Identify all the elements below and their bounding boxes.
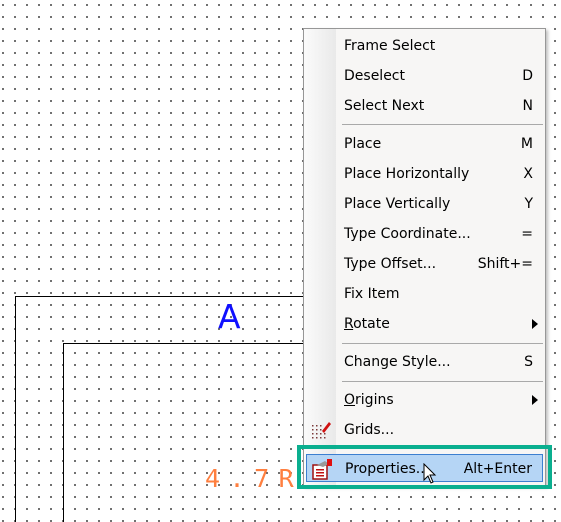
- menu-item-label: Change Style...: [344, 354, 451, 370]
- menu-item-label: Place: [344, 136, 382, 152]
- menu-item-origins[interactable]: Origins: [306, 386, 543, 414]
- reference-label: A: [218, 297, 241, 336]
- menu-item-place-vertically[interactable]: Place Vertically Y: [306, 190, 543, 218]
- menu-item-label: Grids...: [344, 422, 395, 438]
- menu-item-place-horizontally[interactable]: Place Horizontally X: [306, 160, 543, 188]
- menu-item-deselect[interactable]: Deselect D: [306, 62, 543, 90]
- submenu-arrow-icon: [532, 395, 538, 405]
- menu-item-fix-item[interactable]: Fix Item: [306, 280, 543, 308]
- menu-item-label: Select Next: [344, 98, 425, 114]
- menu-item-label: Place Horizontally: [344, 166, 470, 182]
- menu-item-select-next[interactable]: Select Next N: [306, 92, 543, 120]
- menu-item-label: Frame Select: [344, 38, 436, 54]
- menu-item-shortcut: =: [521, 226, 533, 242]
- submenu-arrow-icon: [532, 319, 538, 329]
- menu-item-label: Rotate: [344, 316, 390, 332]
- menu-item-shortcut: M: [520, 136, 533, 152]
- menu-separator: [342, 124, 543, 125]
- context-menu: Frame Select Deselect D Select Next N Plac…: [303, 28, 546, 486]
- menu-item-shortcut: N: [522, 98, 533, 114]
- label-rest: rigins: [355, 392, 394, 408]
- menu-item-type-offset[interactable]: Type Offset... Shift+=: [306, 250, 543, 278]
- menu-item-label: Deselect: [344, 68, 405, 84]
- menu-item-label: Type Offset...: [344, 256, 437, 272]
- menu-separator: [342, 381, 543, 382]
- menu-item-label: Origins: [344, 392, 394, 408]
- accelerator-key: R: [344, 316, 354, 332]
- menu-item-grids[interactable]: Grids...: [306, 416, 543, 444]
- menu-item-label: Type Coordinate...: [344, 226, 471, 242]
- menu-item-shortcut: Shift+=: [477, 256, 533, 272]
- menu-item-type-coordinate[interactable]: Type Coordinate... =: [306, 220, 543, 248]
- menu-item-shortcut: X: [523, 166, 533, 182]
- value-label: 4.7R: [205, 464, 304, 493]
- accelerator-key: O: [344, 392, 356, 408]
- menu-item-place[interactable]: Place M: [306, 130, 543, 158]
- grid-pencil-icon: [312, 422, 331, 439]
- menu-item-shortcut: S: [524, 354, 533, 370]
- outer-border-top: [15, 296, 315, 297]
- inner-border-left: [63, 343, 64, 522]
- menu-item-shortcut: D: [522, 68, 533, 84]
- menu-item-label: Fix Item: [344, 286, 400, 302]
- menu-item-label: Place Vertically: [344, 196, 451, 212]
- menu-item-change-style[interactable]: Change Style... S: [306, 348, 543, 376]
- outer-border-left: [15, 296, 16, 522]
- menu-item-frame-select[interactable]: Frame Select: [306, 32, 543, 60]
- menu-separator: [342, 343, 543, 344]
- label-rest: otate: [353, 316, 390, 332]
- menu-item-rotate[interactable]: Rotate: [306, 310, 543, 338]
- inner-border-top: [63, 343, 313, 344]
- mouse-cursor-icon: [423, 463, 437, 484]
- menu-item-shortcut: Y: [524, 196, 533, 212]
